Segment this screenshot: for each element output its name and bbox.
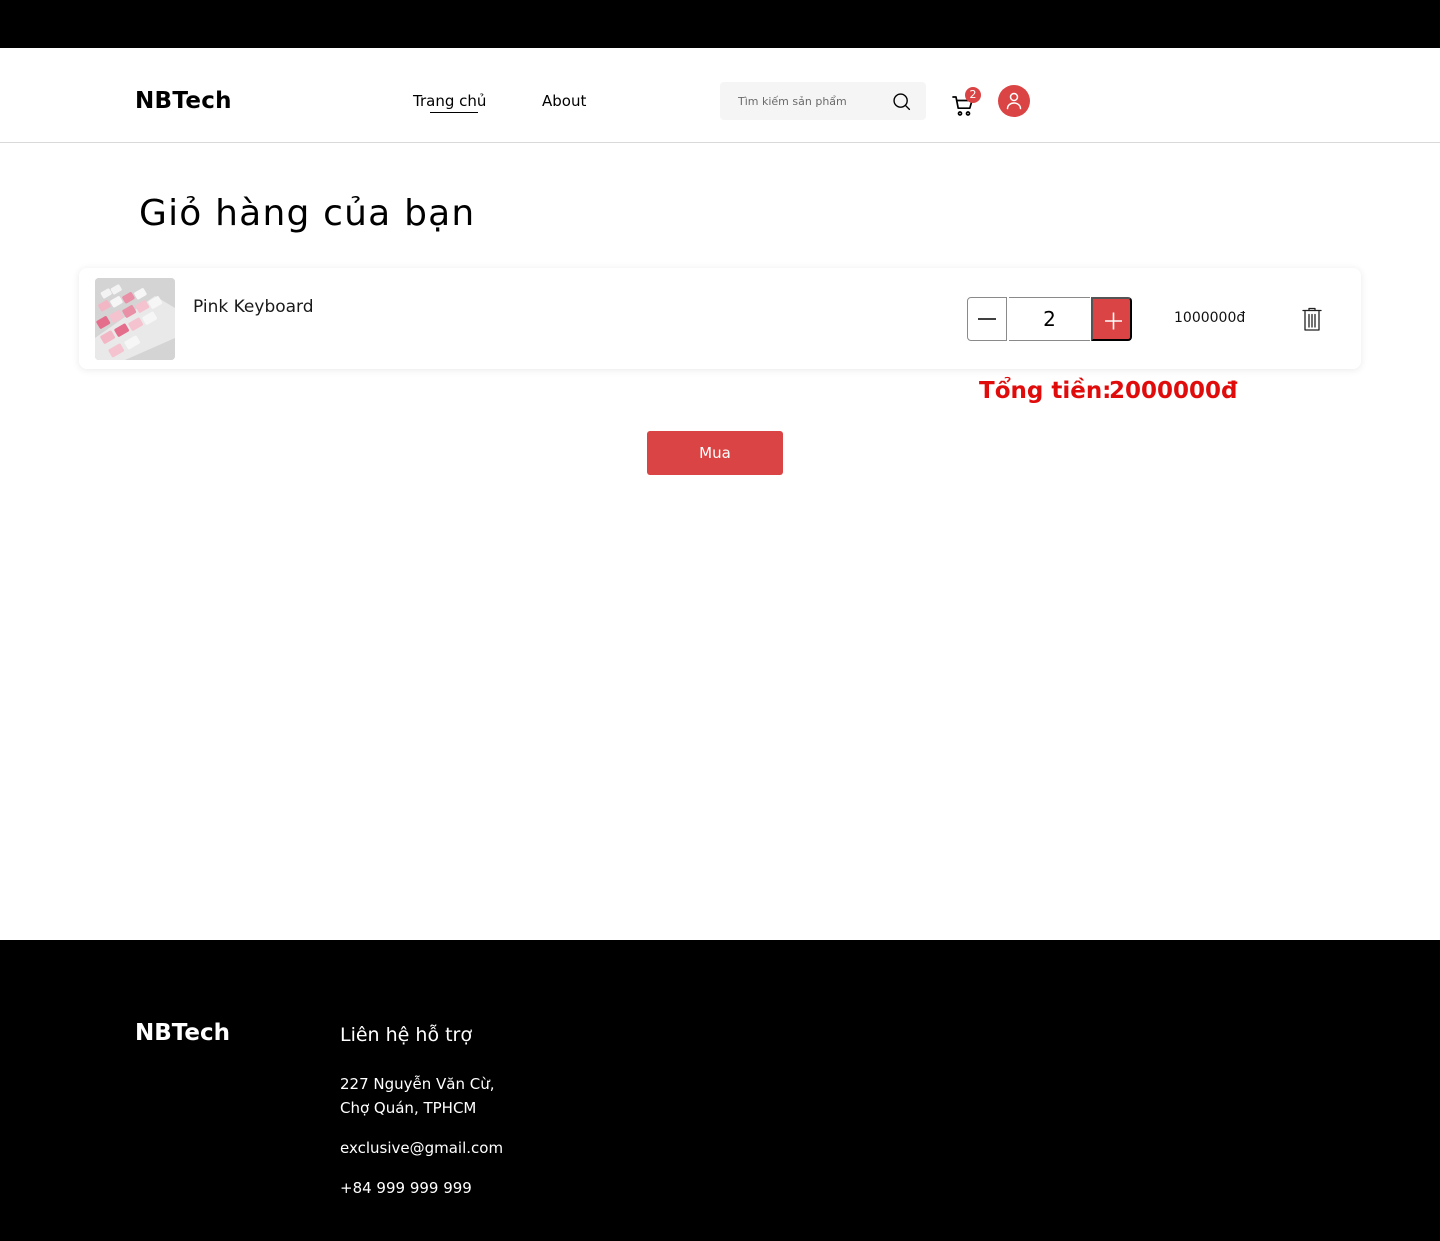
total-value: 2000000đ	[1109, 378, 1238, 404]
search-input[interactable]	[738, 82, 888, 120]
footer-address-line2: Chợ Quán, TPHCM	[340, 1099, 477, 1117]
quantity-decrease-button[interactable]	[967, 297, 1007, 341]
user-account-button[interactable]	[998, 85, 1030, 117]
quantity-value[interactable]: 2	[1009, 297, 1090, 341]
site-header: NBTech Trang chủ About 2	[0, 48, 1440, 143]
site-footer: NBTech Liên hệ hỗ trợ 227 Nguyễn Văn Cừ,…	[0, 940, 1440, 1241]
product-name[interactable]: Pink Keyboard	[193, 297, 314, 317]
search-icon[interactable]	[891, 91, 912, 112]
top-bar	[0, 0, 1440, 48]
buy-button[interactable]: Mua	[647, 431, 783, 475]
trash-icon[interactable]	[1301, 306, 1323, 332]
item-price: 1000000đ	[1174, 310, 1246, 326]
footer-logo: NBTech	[135, 1020, 231, 1046]
page-title: Giỏ hàng của bạn	[139, 193, 476, 234]
product-thumbnail	[95, 278, 175, 360]
total-label: Tổng tiền:	[979, 378, 1112, 404]
footer-support-heading: Liên hệ hỗ trợ	[340, 1024, 472, 1046]
site-logo[interactable]: NBTech	[135, 88, 232, 114]
footer-phone[interactable]: +84 999 999 999	[340, 1176, 472, 1200]
search-box	[720, 82, 926, 120]
cart-item-row: Pink Keyboard 2 1000000đ	[79, 268, 1361, 369]
keyboard-image	[95, 278, 175, 360]
quantity-increase-button[interactable]	[1091, 297, 1132, 341]
cart-count-badge: 2	[965, 87, 981, 103]
footer-address-line1: 227 Nguyễn Văn Cừ,	[340, 1075, 495, 1093]
nav-active-underline	[430, 112, 478, 113]
user-icon	[1006, 92, 1022, 110]
nav-link-about[interactable]: About	[542, 92, 586, 110]
plus-icon	[1105, 312, 1122, 330]
footer-email[interactable]: exclusive@gmail.com	[340, 1136, 503, 1160]
minus-icon	[978, 318, 996, 320]
nav-link-home[interactable]: Trang chủ	[413, 92, 486, 110]
